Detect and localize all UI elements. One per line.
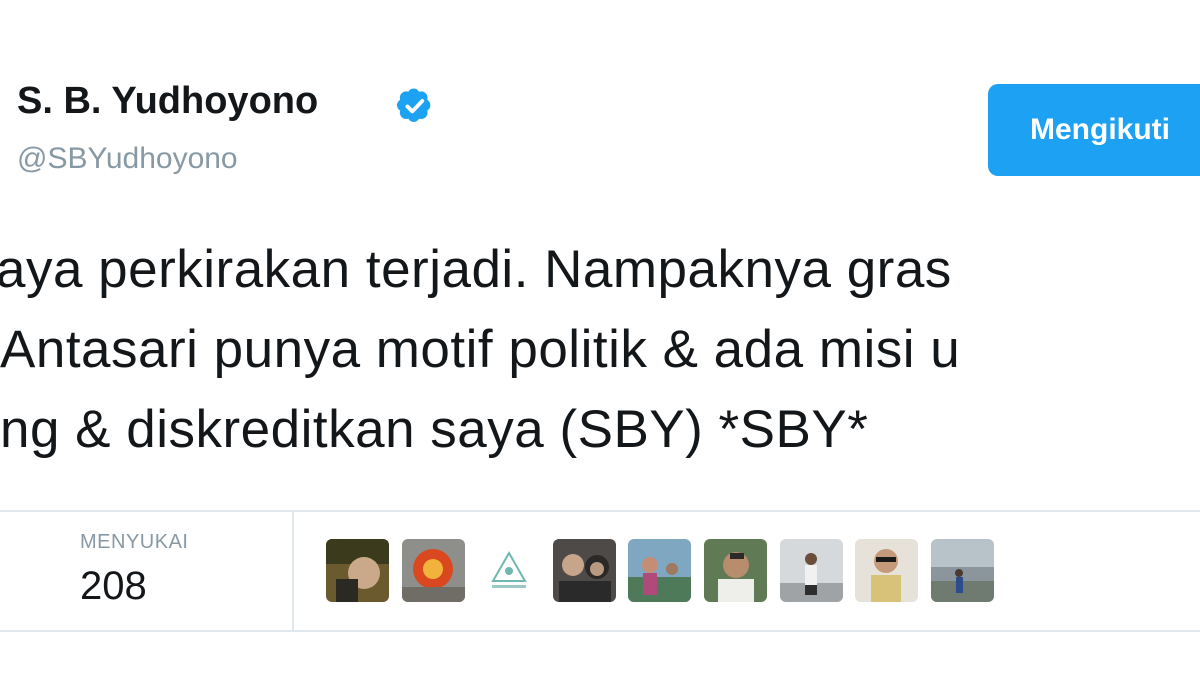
liker-avatar-3[interactable] [478,539,541,602]
user-avatar-3-icon [478,539,541,602]
likes-label[interactable]: MENYUKAI [80,532,188,552]
liker-avatar-5[interactable] [628,539,691,602]
liker-avatar-9[interactable] [931,539,994,602]
tweet-text: aya perkirakan terjadi. Nampaknya gras A… [0,0,1200,500]
author-name[interactable]: S. B. Yudhoyono [17,82,318,120]
user-avatar-5-icon [628,539,691,602]
liker-avatar-1[interactable] [326,539,389,602]
user-avatar-4-icon [553,539,616,602]
user-avatar-2-icon [402,539,465,602]
liker-avatar-6[interactable] [704,539,767,602]
liker-avatar-2[interactable] [402,539,465,602]
tweet-line-3: ng & diskreditkan saya (SBY) *SBY* [0,400,869,459]
tweet-line-2: Antasari punya motif politik & ada misi … [0,320,961,379]
liker-avatar-4[interactable] [553,539,616,602]
user-avatar-1-icon [326,539,389,602]
following-button[interactable]: Mengikuti [988,84,1200,176]
user-avatar-6-icon [704,539,767,602]
stats-top-divider [0,510,1200,512]
likes-count[interactable]: 208 [80,566,147,606]
user-avatar-9-icon [931,539,994,602]
user-avatar-8-icon [855,539,918,602]
author-handle[interactable]: @SBYudhoyono [17,144,238,174]
user-avatar-7-icon [780,539,843,602]
stats-bottom-divider [0,630,1200,632]
verified-badge-icon [397,88,431,122]
liker-avatar-8[interactable] [855,539,918,602]
liker-avatar-7[interactable] [780,539,843,602]
stats-vertical-divider [292,512,294,630]
tweet-line-1: aya perkirakan terjadi. Nampaknya gras [0,240,952,299]
tweet-card: aya perkirakan terjadi. Nampaknya gras A… [0,0,1200,675]
